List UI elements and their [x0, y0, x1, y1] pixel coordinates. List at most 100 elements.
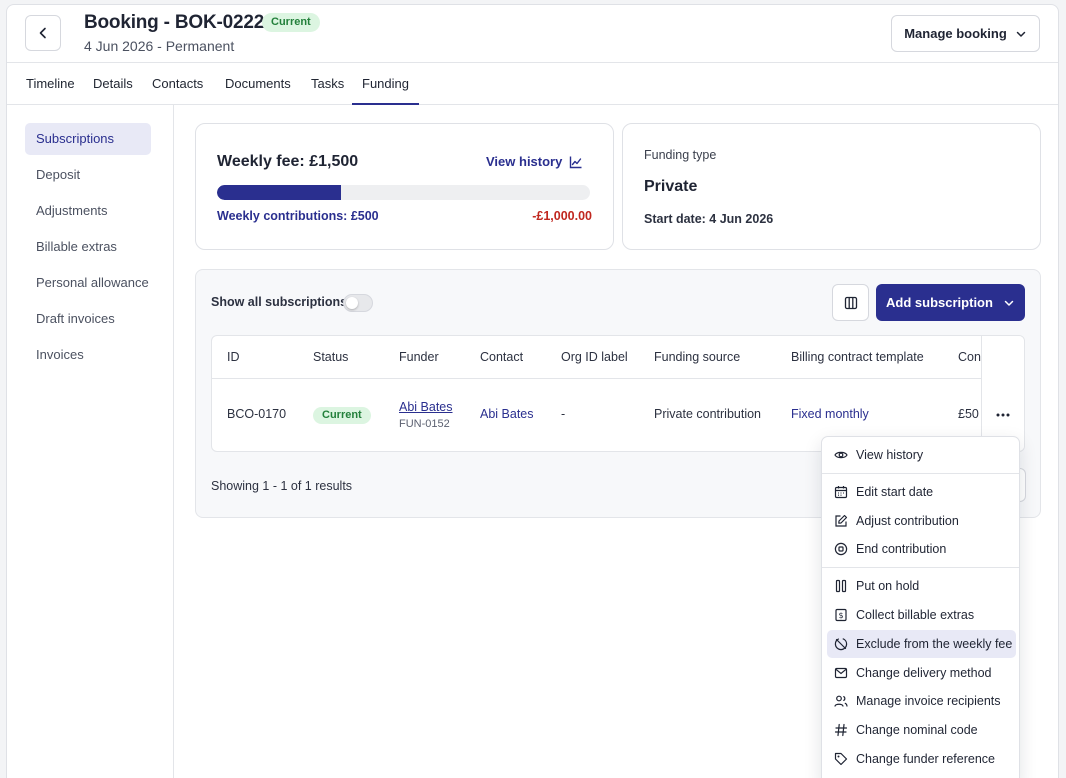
funding-start-date: Start date: 4 Jun 2026	[644, 212, 774, 226]
column-header-billing-template[interactable]: Billing contract template	[791, 336, 924, 379]
sidenav-item-billable-extras[interactable]: Billable extras	[25, 231, 151, 263]
column-header-funding-source[interactable]: Funding source	[654, 336, 740, 379]
tab-details[interactable]: Details	[93, 63, 133, 105]
funder-link[interactable]: Abi Bates	[399, 400, 453, 414]
menu-item-label: End contribution	[856, 542, 947, 556]
column-header-funder[interactable]: Funder	[399, 336, 439, 379]
edit-icon	[834, 514, 848, 528]
pause-icon	[834, 579, 848, 593]
sidenav-item-deposit[interactable]: Deposit	[25, 159, 151, 191]
tab-contacts[interactable]: Contacts	[152, 63, 203, 105]
chevron-down-icon	[1003, 297, 1015, 309]
line-chart-icon	[569, 155, 583, 169]
menu-item-change-funder-reference[interactable]: Change funder reference	[827, 745, 1016, 773]
exclude-icon	[834, 637, 848, 651]
funding-type-card: Funding type Private Start date: 4 Jun 2…	[622, 123, 1041, 250]
chevron-down-icon	[1015, 28, 1027, 40]
view-history-link[interactable]: View history	[486, 154, 583, 169]
results-count: Showing 1 - 1 of 1 results	[211, 479, 353, 493]
sidenav-item-subscriptions[interactable]: Subscriptions	[25, 123, 151, 155]
cell-funding-source: Private contribution	[654, 407, 762, 421]
page-title: Booking - BOK-0222	[84, 12, 265, 33]
cell-contribution: £50	[958, 407, 979, 421]
cell-id: BCO-0170	[227, 407, 287, 421]
columns-icon	[844, 296, 858, 310]
weekly-contributions: Weekly contributions: £500	[217, 209, 379, 223]
column-header-contact[interactable]: Contact	[480, 336, 523, 379]
view-history-label: View history	[486, 154, 563, 169]
subscriptions-table: ID Status Funder Contact Org ID label Fu…	[211, 335, 1025, 452]
tab-documents[interactable]: Documents	[225, 63, 291, 105]
column-header-contribution[interactable]: Con	[958, 336, 981, 379]
column-header-id[interactable]: ID	[227, 336, 240, 379]
menu-item-change-nominal-code[interactable]: Change nominal code	[827, 716, 1016, 744]
funding-sidenav: Subscriptions Deposit Adjustments Billab…	[7, 105, 174, 778]
column-header-org-id-label[interactable]: Org ID label	[561, 336, 628, 379]
menu-divider	[822, 567, 1019, 568]
receipt-icon: $	[834, 608, 848, 622]
toggle-knob	[346, 297, 358, 309]
columns-button[interactable]	[832, 284, 869, 321]
menu-item-exclude-weekly-fee[interactable]: Exclude from the weekly fee	[827, 630, 1016, 658]
menu-item-edit-start-date[interactable]: Edit start date	[827, 478, 1016, 506]
menu-item-end-contribution[interactable]: End contribution	[827, 535, 1016, 563]
menu-item-view-history[interactable]: View history	[827, 441, 1016, 469]
sidenav-item-invoices[interactable]: Invoices	[25, 339, 151, 371]
menu-item-label: Manage invoice recipients	[856, 694, 1001, 708]
menu-item-label: Change delivery method	[856, 666, 992, 680]
hash-icon	[834, 723, 848, 737]
menu-item-put-on-hold[interactable]: Put on hold	[827, 572, 1016, 600]
menu-item-label: Adjust contribution	[856, 514, 959, 528]
funding-type-label: Funding type	[644, 148, 717, 162]
row-actions-button[interactable]	[991, 404, 1015, 426]
contact-link[interactable]: Abi Bates	[480, 407, 534, 421]
menu-item-label: Exclude from the weekly fee	[856, 637, 1013, 651]
fee-difference: -£1,000.00	[532, 209, 592, 223]
funding-type-value: Private	[644, 178, 698, 195]
chevron-left-icon	[36, 26, 50, 40]
eye-icon	[834, 448, 848, 462]
tab-timeline[interactable]: Timeline	[26, 63, 75, 105]
sidenav-item-draft-invoices[interactable]: Draft invoices	[25, 303, 151, 335]
more-horizontal-icon	[996, 413, 1010, 417]
tab-bar: Timeline Details Contacts Documents Task…	[7, 62, 1058, 105]
row-actions-menu: View history Edit start date Adjust cont…	[821, 436, 1020, 778]
weekly-fee-card: Weekly fee: £1,500 View history Weekly c…	[195, 123, 614, 250]
menu-item-label: Put on hold	[856, 579, 920, 593]
tab-tasks[interactable]: Tasks	[311, 63, 344, 105]
menu-item-label: Edit start date	[856, 485, 934, 499]
add-subscription-button[interactable]: Add subscription	[876, 284, 1025, 321]
users-icon	[834, 694, 848, 708]
sidenav-item-personal-allowance[interactable]: Personal allowance	[25, 267, 151, 299]
add-subscription-label: Add subscription	[886, 295, 993, 310]
column-header-status[interactable]: Status	[313, 336, 348, 379]
menu-item-change-delivery-method[interactable]: Change delivery method	[827, 659, 1016, 687]
contribution-progress-fill	[217, 185, 342, 200]
calendar-icon	[834, 485, 848, 499]
table-header-divider	[212, 378, 1024, 379]
sidenav-item-adjustments[interactable]: Adjustments	[25, 195, 151, 227]
tab-funding[interactable]: Funding	[352, 63, 419, 105]
stop-circle-icon	[834, 542, 848, 556]
show-all-label: Show all subscriptions	[211, 295, 348, 309]
menu-item-collect-billable-extras[interactable]: $ Collect billable extras	[827, 601, 1016, 629]
menu-item-label: Collect billable extras	[856, 608, 975, 622]
back-button[interactable]	[25, 15, 61, 51]
show-all-toggle[interactable]	[343, 294, 373, 312]
row-actions-column	[981, 336, 1024, 451]
status-badge: Current	[313, 407, 371, 424]
page-subtitle: 4 Jun 2026 - Permanent	[84, 38, 235, 54]
svg-text:$: $	[838, 611, 843, 620]
menu-item-label: Change nominal code	[856, 723, 978, 737]
menu-item-adjust-contribution[interactable]: Adjust contribution	[827, 507, 1016, 535]
menu-item-label: Change funder reference	[856, 752, 995, 766]
weekly-fee-title: Weekly fee: £1,500	[217, 153, 359, 170]
manage-booking-button[interactable]: Manage booking	[891, 15, 1040, 52]
menu-item-manage-invoice-recipients[interactable]: Manage invoice recipients	[827, 687, 1016, 715]
billing-template-link[interactable]: Fixed monthly	[791, 407, 869, 421]
tag-icon	[834, 752, 848, 766]
funder-id: FUN-0152	[399, 418, 450, 430]
mail-icon	[834, 666, 848, 680]
menu-item-label: View history	[856, 448, 924, 462]
menu-divider	[822, 473, 1019, 474]
